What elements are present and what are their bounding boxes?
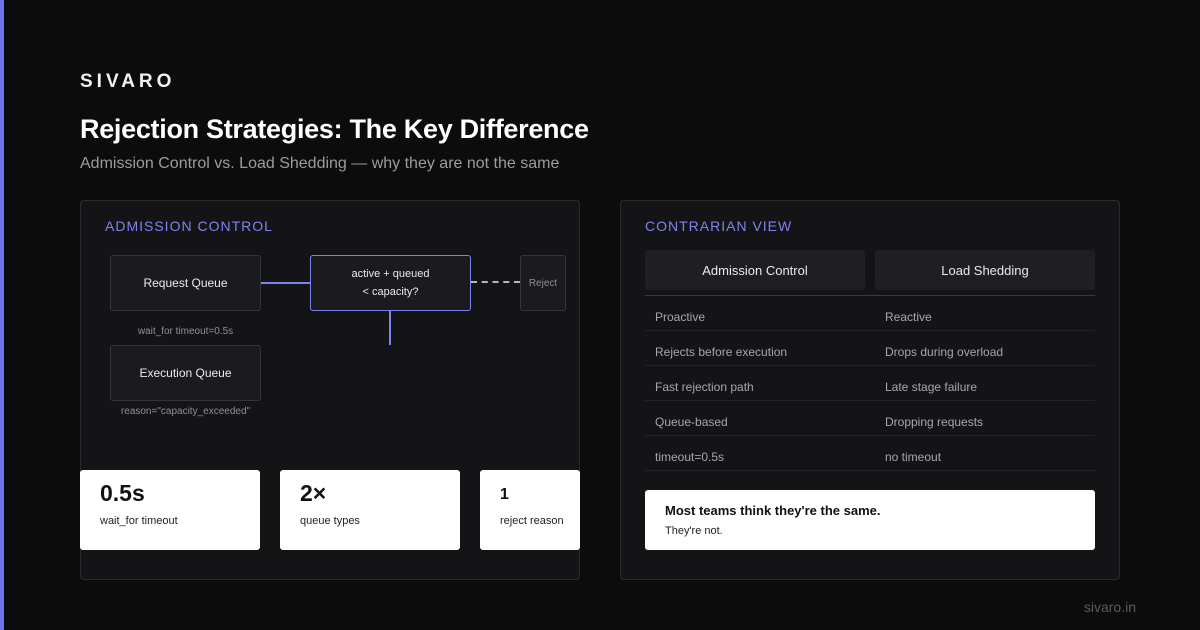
reject-node: Reject xyxy=(520,255,566,311)
brand-logo: SIVARO xyxy=(80,71,176,92)
capacity-decision-node: active + queued < capacity? xyxy=(310,255,471,311)
table-cell: Reactive xyxy=(885,310,932,324)
table-row: Proactive Reactive xyxy=(645,296,1095,331)
stat-label: wait_for timeout xyxy=(100,515,178,527)
column-header-load-shedding: Load Shedding xyxy=(875,250,1095,290)
footer-url: sivaro.in xyxy=(1083,599,1136,615)
stat-value: 0.5s xyxy=(100,480,145,506)
table-cell: Late stage failure xyxy=(885,380,978,394)
table-row: Fast rejection path Late stage failure xyxy=(645,366,1095,401)
decision-line-2: < capacity? xyxy=(362,286,419,298)
callout-main: Most teams think they're the same. xyxy=(665,503,881,518)
execution-queue-node: Execution Queue xyxy=(110,345,261,401)
table-cell: timeout=0.5s xyxy=(655,450,725,464)
contrarian-view-panel: CONTRARIAN VIEW Admission Control Load S… xyxy=(620,200,1120,580)
table-cell: Drops during overload xyxy=(885,345,1004,359)
execution-queue-caption: reason="capacity_exceeded" xyxy=(120,406,251,417)
table-cell: Queue-based xyxy=(655,415,728,429)
table-cell: Dropping requests xyxy=(885,415,984,429)
panel-label: ADMISSION CONTROL xyxy=(105,218,273,234)
request-queue-node: Request Queue xyxy=(110,255,261,311)
table-row: Queue-based Dropping requests xyxy=(645,401,1095,436)
stat-card-reject-reason: 1 reject reason xyxy=(480,470,580,550)
page-subtitle: Admission Control vs. Load Shedding — wh… xyxy=(80,155,560,172)
stat-card-timeout: 0.5s wait_for timeout xyxy=(80,470,260,550)
connector-decision-down xyxy=(389,311,391,345)
stat-label: queue types xyxy=(300,515,360,527)
decision-line-1: active + queued xyxy=(351,268,430,280)
request-queue-caption: wait_for timeout=0.5s xyxy=(137,326,234,337)
stat-label: reject reason xyxy=(500,515,564,527)
table-cell: Proactive xyxy=(655,310,706,324)
column-header-admission-control: Admission Control xyxy=(645,250,865,290)
admission-control-panel: ADMISSION CONTROL Request Queue wait_for… xyxy=(80,200,580,580)
accent-bar xyxy=(0,0,4,630)
stat-value: 2× xyxy=(300,480,327,506)
stat-card-queue-types: 2× queue types xyxy=(280,470,460,550)
table-cell: no timeout xyxy=(885,450,942,464)
stat-value: 1 xyxy=(500,486,509,503)
table-row: timeout=0.5s no timeout xyxy=(645,436,1095,471)
page-title: Rejection Strategies: The Key Difference xyxy=(80,114,589,144)
table-row: Rejects before execution Drops during ov… xyxy=(645,331,1095,366)
callout-sub: They're not. xyxy=(665,525,723,537)
connector-decision-to-reject xyxy=(471,281,520,283)
callout-box: Most teams think they're the same. They'… xyxy=(645,490,1095,550)
connector-request-to-decision xyxy=(261,282,310,284)
table-cell: Fast rejection path xyxy=(655,380,754,394)
panel-label: CONTRARIAN VIEW xyxy=(645,218,793,234)
table-cell: Rejects before execution xyxy=(655,345,788,359)
